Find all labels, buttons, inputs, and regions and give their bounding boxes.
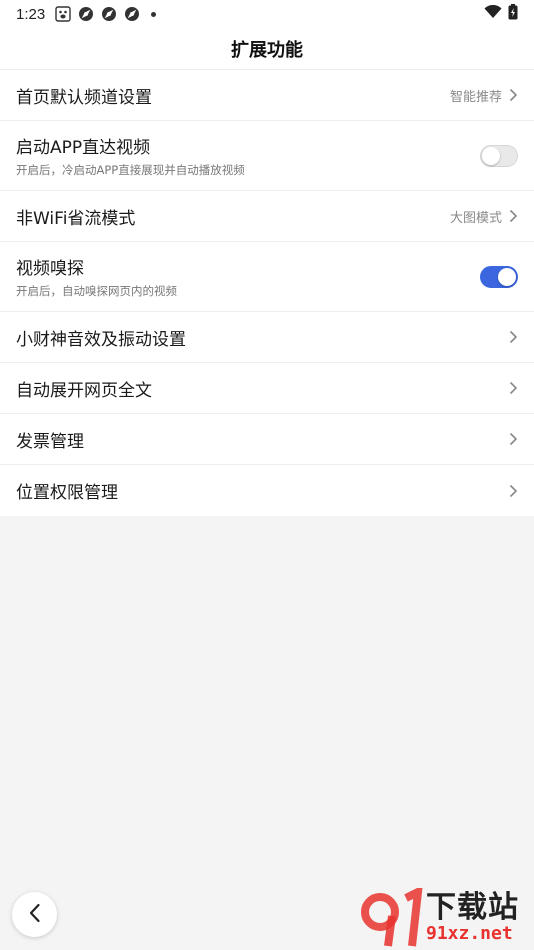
watermark-logo-icon — [358, 885, 428, 948]
aperture-notification-icon — [78, 6, 94, 22]
back-button[interactable] — [12, 892, 57, 937]
row-text: 首页默认频道设置 — [16, 83, 450, 108]
watermark-title: 下载站 — [426, 890, 519, 925]
battery-charging-icon — [508, 4, 518, 24]
paw-notification-icon — [55, 6, 71, 22]
setting-sound-vibration[interactable]: 小财神音效及振动设置 — [0, 312, 534, 363]
row-text: 启动APP直达视频 开启后，冷启动APP直接展现并自动播放视频 — [16, 133, 480, 178]
setting-label: 自动展开网页全文 — [16, 380, 152, 401]
setting-auto-expand[interactable]: 自动展开网页全文 — [0, 363, 534, 414]
setting-label: 视频嗅探 — [16, 259, 84, 279]
row-text: 非WiFi省流模式 — [16, 204, 450, 229]
setting-home-channel[interactable]: 首页默认频道设置 智能推荐 — [0, 70, 534, 121]
chevron-right-icon — [508, 381, 518, 395]
toggle-knob — [482, 146, 500, 165]
chevron-right-icon — [508, 330, 518, 344]
page-title: 扩展功能 — [231, 39, 303, 61]
setting-launch-to-video[interactable]: 启动APP直达视频 开启后，冷启动APP直接展现并自动播放视频 — [0, 121, 534, 191]
row-text: 自动展开网页全文 — [16, 376, 508, 401]
setting-subtitle: 开启后，冷启动APP直接展现并自动播放视频 — [16, 163, 245, 177]
setting-label: 位置权限管理 — [16, 483, 118, 503]
setting-label: 启动APP直达视频 — [16, 138, 151, 158]
chevron-right-icon — [508, 88, 518, 102]
more-notifications-dot-icon — [151, 11, 157, 17]
app-bar: 扩展功能 — [0, 28, 534, 70]
row-text: 小财神音效及振动设置 — [16, 325, 508, 350]
row-text: 视频嗅探 开启后，自动嗅探网页内的视频 — [16, 254, 480, 299]
chevron-right-icon — [508, 432, 518, 446]
aperture-notification-icon — [124, 6, 140, 22]
video-sniff-toggle[interactable] — [480, 265, 518, 288]
top-section: 1:23 扩展功能 首页默认频道设置 智能推荐 启动APP直达视频 开启后，冷启… — [0, 0, 534, 516]
setting-label: 非WiFi省流模式 — [16, 208, 136, 229]
chevron-right-icon — [508, 484, 518, 498]
site-watermark: 下载站 91xz.net — [358, 885, 528, 948]
setting-value: 智能推荐 — [449, 89, 502, 105]
setting-subtitle: 开启后，自动嗅探网页内的视频 — [16, 284, 177, 298]
row-text: 位置权限管理 — [16, 478, 508, 503]
aperture-notification-icon — [101, 6, 117, 22]
setting-value: 大图模式 — [449, 210, 502, 226]
settings-list: 首页默认频道设置 智能推荐 启动APP直达视频 开启后，冷启动APP直接展现并自… — [0, 70, 534, 516]
toggle-knob — [498, 267, 516, 286]
status-right — [484, 4, 518, 24]
watermark-url: 91xz.net — [426, 923, 513, 944]
setting-video-sniff[interactable]: 视频嗅探 开启后，自动嗅探网页内的视频 — [0, 242, 534, 312]
setting-location-permission[interactable]: 位置权限管理 — [0, 465, 534, 516]
status-bar: 1:23 — [0, 0, 534, 28]
setting-label: 小财神音效及振动设置 — [16, 329, 186, 350]
launch-to-video-toggle[interactable] — [480, 144, 518, 167]
setting-label: 发票管理 — [16, 431, 84, 452]
wifi-icon — [484, 4, 502, 23]
row-text: 发票管理 — [16, 427, 508, 452]
chevron-left-icon — [28, 903, 42, 927]
status-time: 1:23 — [16, 5, 46, 23]
watermark-text: 下载站 91xz.net — [426, 892, 519, 944]
setting-label: 首页默认频道设置 — [16, 87, 152, 108]
setting-invoice[interactable]: 发票管理 — [0, 414, 534, 465]
setting-non-wifi-saver[interactable]: 非WiFi省流模式 大图模式 — [0, 191, 534, 242]
chevron-right-icon — [508, 209, 518, 223]
